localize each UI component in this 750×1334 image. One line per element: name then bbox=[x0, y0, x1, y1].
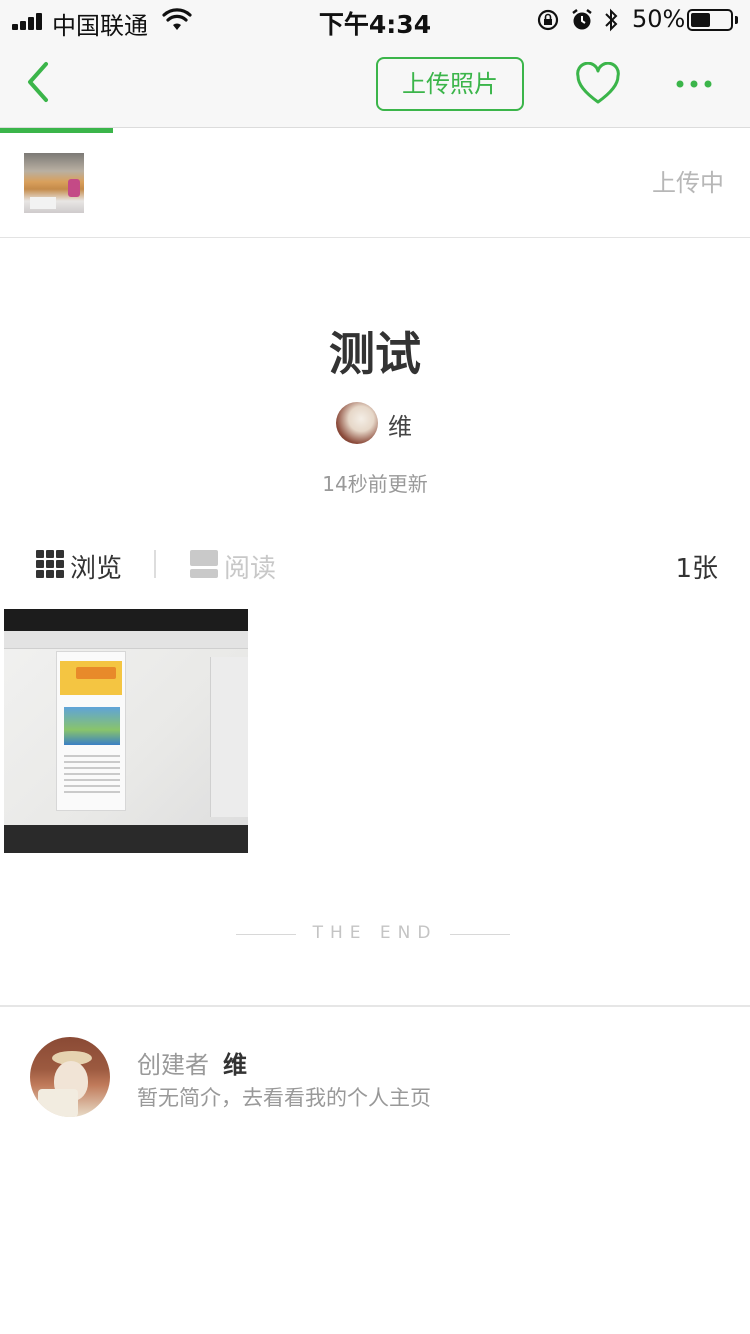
end-marker: THE END bbox=[312, 923, 438, 943]
back-button[interactable] bbox=[18, 56, 62, 108]
battery-percent: 50% bbox=[632, 5, 686, 33]
orientation-lock-icon bbox=[537, 9, 559, 31]
upload-photo-button[interactable]: 上传照片 bbox=[376, 57, 524, 111]
end-divider-right bbox=[450, 934, 510, 935]
battery-icon bbox=[687, 9, 733, 31]
battery-tip bbox=[735, 16, 738, 24]
tab-browse-label: 浏览 bbox=[70, 554, 123, 584]
alarm-icon bbox=[572, 9, 592, 30]
creator-label: 创建者 bbox=[137, 1051, 209, 1079]
creator-name[interactable]: 维 bbox=[223, 1045, 247, 1080]
bluetooth-icon bbox=[605, 8, 618, 32]
view-mode-tabs: 浏览 阅读 1张 bbox=[0, 540, 750, 592]
album-title: 测试 bbox=[329, 327, 421, 381]
section-divider bbox=[0, 1005, 750, 1007]
creator-avatar[interactable] bbox=[30, 1037, 110, 1117]
upload-status-text: 上传中 bbox=[652, 169, 724, 197]
tab-read-label: 阅读 bbox=[224, 554, 277, 584]
status-bar: 中国联通 下午4:34 50% bbox=[0, 0, 750, 40]
photo-thumbnail[interactable] bbox=[4, 609, 248, 853]
photo-count: 1张 bbox=[675, 554, 718, 584]
tab-divider bbox=[154, 550, 156, 578]
album-page: 中国联通 下午4:34 50% 上传照片 上传中 测试 维 14秒前更新 浏览 … bbox=[0, 0, 750, 1334]
heart-icon[interactable] bbox=[574, 62, 622, 106]
upload-queue-row: 上传中 bbox=[0, 133, 750, 238]
uploading-photo-thumbnail bbox=[24, 153, 84, 213]
owner-name[interactable]: 维 bbox=[388, 407, 412, 442]
reading-mode-icon bbox=[190, 550, 218, 578]
updated-time: 14秒前更新 bbox=[322, 472, 428, 496]
owner-avatar[interactable] bbox=[336, 402, 378, 444]
more-options-icon[interactable] bbox=[670, 68, 718, 100]
nav-bar: 上传照片 bbox=[0, 40, 750, 128]
grid-icon bbox=[36, 550, 64, 578]
creator-bio-link[interactable]: 暂无简介，去看看我的个人主页 bbox=[137, 1082, 431, 1112]
